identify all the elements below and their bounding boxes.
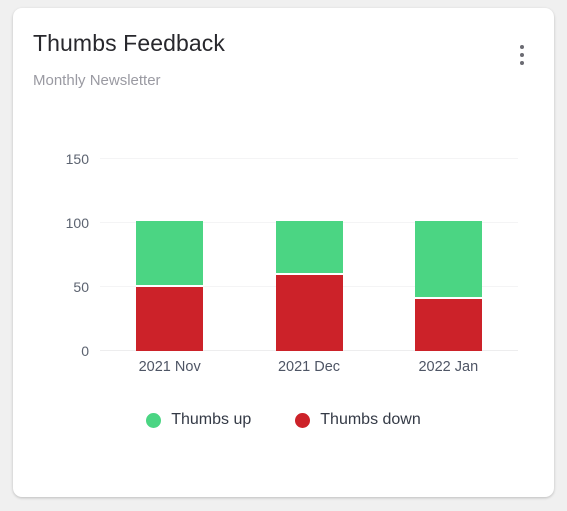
plot-area: 0 50 100 150 bbox=[66, 151, 518, 359]
y-axis-tick-label: 100 bbox=[65, 215, 89, 231]
legend-label: Thumbs up bbox=[171, 411, 252, 428]
bar-group[interactable] bbox=[136, 221, 204, 351]
chart-legend: Thumbs up Thumbs down bbox=[13, 411, 554, 429]
chart-container: 0 50 100 150 2021 Nov 2021 Dec 2022 Jan Thumb… bbox=[13, 104, 554, 497]
x-axis-labels: 2021 Nov 2021 Dec 2022 Jan bbox=[100, 359, 518, 383]
kebab-dot bbox=[520, 53, 524, 57]
bar-segment-thumbs-down[interactable] bbox=[275, 275, 343, 351]
thumbs-feedback-card: Thumbs Feedback Monthly Newsletter 0 50 10… bbox=[13, 8, 554, 497]
bar-segment-thumbs-up[interactable] bbox=[414, 221, 482, 297]
legend-label: Thumbs down bbox=[320, 411, 421, 428]
bars-layer bbox=[100, 159, 518, 351]
bar-segment-thumbs-up[interactable] bbox=[275, 221, 343, 274]
card-header: Thumbs Feedback Monthly Newsletter bbox=[13, 8, 554, 104]
y-axis-tick-label: 50 bbox=[73, 279, 89, 295]
y-axis-tick-label: 0 bbox=[81, 343, 89, 359]
x-axis-tick-label: 2021 Dec bbox=[277, 359, 341, 375]
legend-item-thumbs-down[interactable]: Thumbs down bbox=[295, 411, 421, 429]
kebab-menu-icon[interactable] bbox=[510, 40, 534, 70]
bar-segment-thumbs-down[interactable] bbox=[414, 298, 482, 351]
bar-segment-thumbs-up[interactable] bbox=[136, 221, 204, 285]
kebab-dot bbox=[520, 61, 524, 65]
bar-group[interactable] bbox=[275, 221, 343, 351]
x-axis-tick-label: 2021 Nov bbox=[138, 359, 201, 375]
y-axis-tick-label: 150 bbox=[65, 151, 89, 167]
bar-segment-thumbs-down[interactable] bbox=[136, 287, 204, 351]
bar-group[interactable] bbox=[414, 221, 482, 351]
legend-swatch-icon bbox=[295, 412, 311, 428]
card-subtitle: Monthly Newsletter bbox=[33, 72, 161, 89]
x-axis-tick-label: 2022 Jan bbox=[418, 359, 479, 375]
page-title: Thumbs Feedback bbox=[33, 30, 225, 56]
legend-item-thumbs-up[interactable]: Thumbs up bbox=[146, 411, 251, 429]
legend-swatch-icon bbox=[146, 412, 162, 428]
kebab-dot bbox=[520, 45, 524, 49]
